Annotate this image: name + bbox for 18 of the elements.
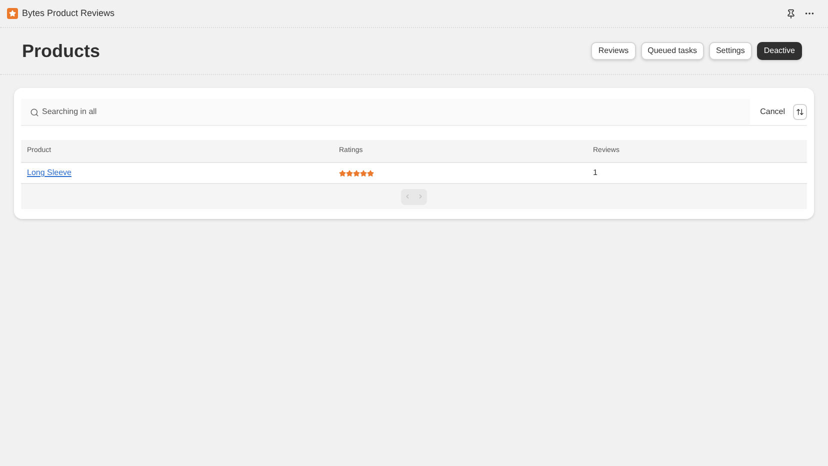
cancel-button[interactable]: Cancel <box>754 106 791 118</box>
chevron-right-icon <box>417 193 424 200</box>
app-title: Bytes Product Reviews <box>22 6 115 20</box>
sort-icon <box>796 108 804 116</box>
action-button[interactable]: Reviews <box>591 42 636 60</box>
search-field[interactable]: Searching in all <box>21 99 750 125</box>
table-cell-text: 1 <box>593 167 598 179</box>
page-title: Products <box>22 40 100 62</box>
action-button[interactable]: Deactive <box>756 42 802 60</box>
product-link[interactable]: Long Sleeve <box>27 168 72 177</box>
search-icon <box>30 108 39 116</box>
chevron-left-icon <box>404 193 411 200</box>
action-button[interactable]: Queued tasks <box>640 42 704 60</box>
sort-button[interactable] <box>793 104 807 120</box>
action-button[interactable]: Settings <box>708 42 752 60</box>
app-logo-icon <box>7 8 18 19</box>
search-input[interactable]: Searching in all <box>42 106 750 118</box>
pin-icon[interactable] <box>786 8 796 18</box>
